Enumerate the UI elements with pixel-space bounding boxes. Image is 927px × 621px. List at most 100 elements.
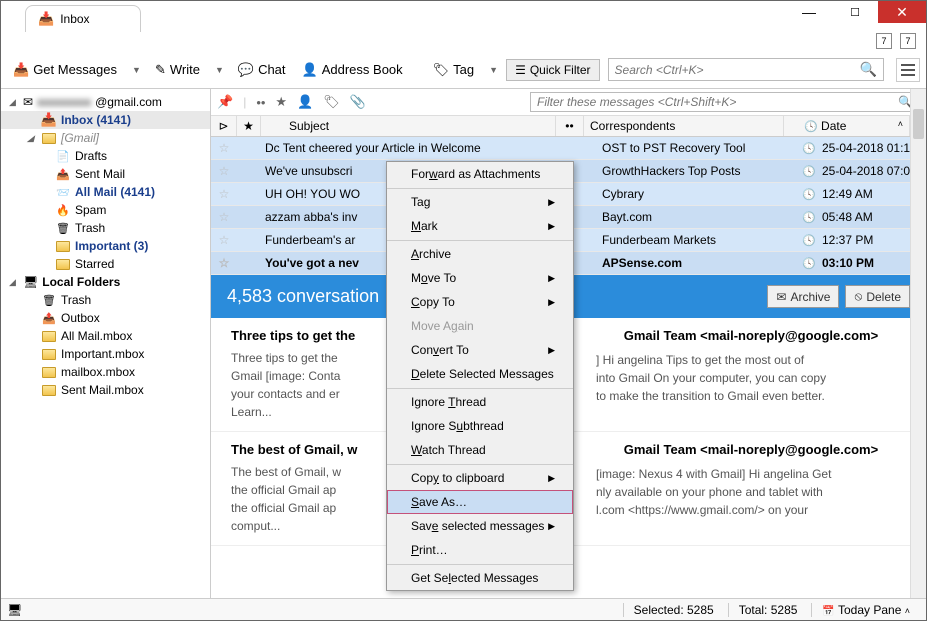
tag-filter-icon[interactable]: 🏷 [323, 94, 340, 110]
clock-icon: 🕓 [802, 143, 816, 155]
delete-button[interactable]: ⦸Delete [845, 285, 910, 308]
star-icon[interactable]: ☆ [211, 162, 237, 180]
pin-icon[interactable]: 📌 [217, 94, 233, 110]
context-menu-item[interactable]: Ignore Thread [387, 388, 573, 414]
sidebar-item[interactable]: 🔥Spam [1, 201, 210, 219]
context-menu-item[interactable]: Archive [387, 240, 573, 266]
submenu-arrow-icon: ▶ [548, 273, 555, 284]
account-row[interactable]: ◢ ✉ xxxxxxxxx@gmail.com [1, 93, 210, 111]
context-menu-item[interactable]: Mark▶ [387, 214, 573, 238]
twisty-icon[interactable]: ◢ [9, 97, 19, 108]
tab-inbox[interactable]: 📥 Inbox [25, 5, 141, 32]
sidebar-item[interactable]: 📤Outbox [1, 309, 210, 327]
folder-icon [41, 347, 57, 361]
sidebar-item[interactable]: 📤Sent Mail [1, 165, 210, 183]
star-col[interactable]: ★ [237, 116, 261, 136]
date-col[interactable]: 🕓 Date ˄ [784, 116, 910, 136]
sidebar-item[interactable]: 📨All Mail (4141) [1, 183, 210, 201]
sidebar-item[interactable]: Starred [1, 255, 210, 273]
star-icon[interactable]: ☆ [211, 208, 237, 226]
search-input[interactable] [615, 63, 860, 77]
get-messages-button[interactable]: 📥 Get Messages [7, 58, 123, 82]
context-menu-item[interactable]: Get Selected Messages [387, 564, 573, 590]
download-icon: 📥 [13, 62, 29, 78]
folder-icon [55, 239, 71, 253]
scrollbar[interactable] [910, 89, 926, 609]
filter-input[interactable] [537, 95, 898, 109]
star-filter-icon[interactable]: ★ [275, 94, 287, 110]
folder-icon: 🔥 [55, 203, 71, 217]
maximize-button[interactable]: ☐ [832, 1, 878, 23]
submenu-arrow-icon: ▶ [548, 473, 555, 484]
submenu-arrow-icon: ▶ [548, 345, 555, 356]
star-icon[interactable]: ☆ [211, 139, 237, 157]
star-icon[interactable]: ☆ [211, 231, 237, 249]
get-messages-dropdown[interactable]: ▼ [127, 65, 145, 75]
star-icon[interactable]: ☆ [211, 254, 237, 272]
subject-col[interactable]: Subject [261, 116, 556, 136]
quick-filter-button[interactable]: ☰ Quick Filter [506, 59, 599, 81]
sidebar-item[interactable]: 📥Inbox (4141) [1, 111, 210, 129]
clock-icon: 🕓 [802, 166, 816, 178]
minimize-button[interactable]: — [786, 1, 832, 23]
context-menu-item[interactable]: Tag▶ [387, 188, 573, 214]
pencil-icon: ✎ [155, 62, 166, 78]
calendar-icon-2[interactable]: 7 [900, 33, 916, 49]
context-menu-item[interactable]: Move To▶ [387, 266, 573, 290]
context-menu-item[interactable]: Copy to clipboard▶ [387, 464, 573, 490]
unread-filter-icon[interactable]: •• [256, 95, 265, 110]
close-button[interactable]: ✕ [878, 1, 926, 23]
write-button[interactable]: ✎ Write [149, 58, 206, 82]
today-pane-button[interactable]: 📅 Today Pane ˄ [811, 603, 920, 617]
twisty-icon[interactable]: ◢ [9, 277, 19, 288]
contact-filter-icon[interactable]: 👤 [297, 94, 313, 110]
context-menu: Forward as AttachmentsTag▶Mark▶ArchiveMo… [386, 161, 574, 591]
sidebar-item[interactable]: Sent Mail.mbox [1, 381, 210, 399]
context-menu-item[interactable]: Save selected messages▶ [387, 514, 573, 538]
local-folders-row[interactable]: ◢ 🖥 Local Folders [1, 273, 210, 291]
sidebar-item[interactable]: 🗑Trash [1, 219, 210, 237]
app-menu-button[interactable] [896, 58, 920, 82]
tag-dropdown[interactable]: ▼ [484, 65, 502, 75]
attachment-filter-icon[interactable]: 📎 [350, 94, 366, 110]
address-book-button[interactable]: 👤 Address Book [296, 58, 409, 82]
context-menu-item[interactable]: Convert To▶ [387, 338, 573, 362]
tab-label: Inbox [60, 12, 89, 26]
tag-button[interactable]: 🏷 Tag [427, 58, 480, 82]
sidebar-item[interactable]: ◢[Gmail] [1, 129, 210, 147]
inbox-icon: 📥 [38, 11, 54, 27]
scrollbar-thumb[interactable] [913, 109, 924, 139]
context-menu-item[interactable]: Ignore Subthread [387, 414, 573, 438]
star-icon[interactable]: ☆ [211, 185, 237, 203]
global-search[interactable]: 🔍 [608, 58, 884, 81]
sidebar-item[interactable]: Important.mbox [1, 345, 210, 363]
context-menu-item[interactable]: Copy To▶ [387, 290, 573, 314]
quick-filter-bar: 📌 | •• ★ 👤 🏷 📎 🔍 [211, 89, 926, 116]
sidebar-item[interactable]: All Mail.mbox [1, 327, 210, 345]
search-icon[interactable]: 🔍 [860, 61, 877, 78]
chat-icon: 💬 [238, 62, 254, 78]
message-row[interactable]: ☆Dc Tent cheered your Article in Welcome… [211, 137, 926, 160]
correspondents-col[interactable]: Correspondents [584, 116, 784, 136]
write-dropdown[interactable]: ▼ [210, 65, 228, 75]
folder-icon [55, 257, 71, 271]
context-menu-item[interactable]: Delete Selected Messages [387, 362, 573, 386]
sidebar-item[interactable]: 📄Drafts [1, 147, 210, 165]
chat-button[interactable]: 💬 Chat [232, 58, 292, 82]
thread-col[interactable]: ⊳ [211, 116, 237, 136]
sidebar-item[interactable]: 🗑Trash [1, 291, 210, 309]
message-filter[interactable]: 🔍 [530, 92, 920, 112]
context-menu-item[interactable]: Forward as Attachments [387, 162, 573, 186]
read-col[interactable]: •• [556, 116, 584, 136]
status-activity-icon[interactable]: 🖥 [7, 603, 23, 617]
calendar-icon-1[interactable]: 7 [876, 33, 892, 49]
sidebar-item[interactable]: mailbox.mbox [1, 363, 210, 381]
context-menu-item[interactable]: Watch Thread [387, 438, 573, 462]
sidebar-item[interactable]: Important (3) [1, 237, 210, 255]
folder-icon: 📄 [55, 149, 71, 163]
context-menu-item[interactable]: Print… [387, 538, 573, 562]
delete-icon: ⦸ [854, 289, 862, 304]
submenu-arrow-icon: ▶ [548, 197, 555, 208]
context-menu-item[interactable]: Save As… [387, 490, 573, 514]
archive-button[interactable]: ✉Archive [767, 285, 839, 308]
